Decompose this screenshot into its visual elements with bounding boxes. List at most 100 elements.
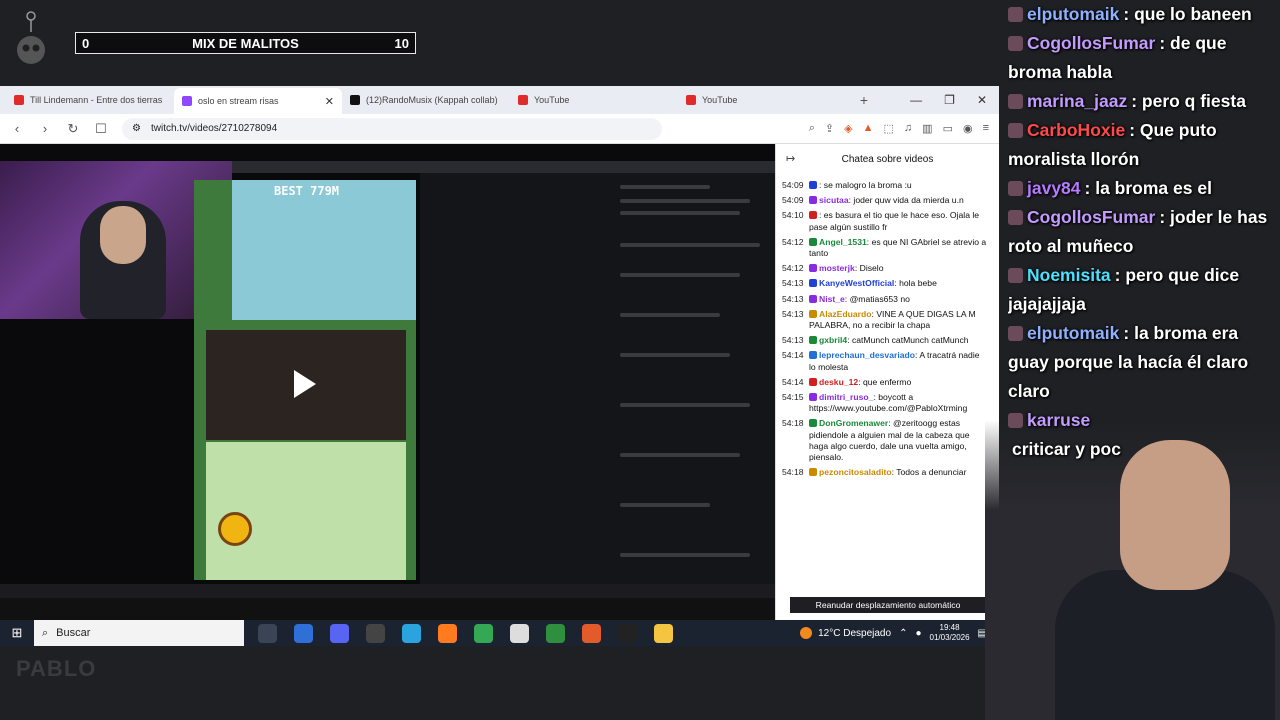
- tab-label: Till Lindemann - Entre dos tierras: [30, 95, 163, 105]
- vpn-icon[interactable]: ◉: [963, 122, 973, 135]
- tiktok-icon: [350, 95, 360, 105]
- brave-icon[interactable]: [582, 623, 601, 643]
- discord-icon[interactable]: [330, 623, 349, 643]
- chat-messages[interactable]: 54:09: se malogro la broma :u 54:09 sicuta…: [776, 180, 992, 600]
- back-icon[interactable]: ‹: [10, 121, 24, 136]
- placeholder-line: [620, 273, 740, 277]
- brave-shield-icon[interactable]: ◈: [844, 122, 852, 135]
- obs-icon[interactable]: [618, 623, 637, 643]
- mobile-game-video: BEST 779M: [194, 180, 416, 580]
- toolbar-icons: ⌕ ⇪ ◈ ▲ ⬚ ♫ ▥ ▭ ◉ ≡: [809, 122, 989, 135]
- share-icon[interactable]: ⇪: [825, 122, 834, 135]
- stream-chat-username: javy84: [1027, 178, 1081, 198]
- tab-label: YouTube: [534, 95, 570, 105]
- chevron-up-icon[interactable]: ⌃: [899, 628, 907, 639]
- bookmark-icon[interactable]: ☐: [94, 121, 108, 137]
- viewer-badge-icon: [1008, 326, 1023, 341]
- viewer-badge-icon: [1008, 210, 1023, 225]
- close-window-icon[interactable]: ✕: [977, 93, 987, 107]
- weather-widget[interactable]: 12°C Despejado: [800, 627, 891, 639]
- extensions-icon[interactable]: ⬚: [884, 122, 894, 135]
- media-player-icon[interactable]: [510, 623, 529, 643]
- play-icon[interactable]: [294, 370, 316, 398]
- restore-icon[interactable]: ❐: [944, 93, 955, 107]
- tab-tiktok[interactable]: (12)RandoMusix (Kappah collab): [342, 89, 510, 111]
- file-explorer-icon[interactable]: [654, 623, 673, 643]
- chat-text: Todos a denunciar: [896, 467, 967, 478]
- new-tab-icon[interactable]: +: [854, 92, 874, 108]
- rewards-icon[interactable]: ▲: [863, 122, 874, 135]
- vod-player[interactable]: BEST 779M: [0, 144, 775, 598]
- tab-till-lindemann[interactable]: Till Lindemann - Entre dos tierras: [6, 89, 174, 111]
- site-info-icon[interactable]: ⚙: [132, 123, 141, 134]
- chat-username[interactable]: DonGromenawer: [819, 418, 888, 428]
- playlist-icon[interactable]: ♫: [904, 122, 912, 135]
- stream-chat-username: karruse: [1027, 410, 1091, 430]
- app-icon[interactable]: [366, 623, 385, 643]
- search-placeholder: Buscar: [56, 627, 91, 639]
- collapse-chat-icon[interactable]: ↦: [786, 152, 795, 165]
- sunflower-icon: [218, 512, 252, 546]
- windows-start-icon[interactable]: ⊞: [0, 625, 34, 641]
- taskbar-clock[interactable]: 19:48 01/03/2026: [930, 623, 970, 643]
- stream-chat-line: marina_jaaz: pero q fiesta: [1008, 87, 1280, 116]
- chat-username[interactable]: AlazEduardo: [819, 309, 872, 319]
- chat-username[interactable]: KanyeWestOfficial: [819, 278, 894, 288]
- placeholder-line: [620, 503, 710, 507]
- zoom-icon[interactable]: ⌕: [809, 122, 815, 135]
- taskbar-search[interactable]: ⌕ Buscar: [34, 620, 244, 646]
- chat-message: 54:13 Nist_e: @matias653 no: [782, 294, 988, 305]
- chat-username[interactable]: desku_12: [819, 377, 858, 387]
- stream-chat-text: : la broma es el: [1084, 178, 1212, 198]
- inner-dark-page: [420, 173, 775, 598]
- placeholder-line: [620, 453, 740, 457]
- task-view-icon[interactable]: [258, 623, 277, 643]
- chat-username[interactable]: gxbril4: [819, 335, 847, 345]
- chrome-icon[interactable]: [474, 623, 493, 643]
- stream-scene: 0 MIX DE MALITOS 10 Till Lindemann - Ent…: [0, 0, 1280, 720]
- forward-icon[interactable]: ›: [38, 121, 52, 136]
- resume-autoscroll-button[interactable]: Reanudar desplazamiento automático: [790, 597, 986, 613]
- chat-username[interactable]: Nist_e: [819, 294, 845, 304]
- stream-chat-username: CarboHoxie: [1027, 120, 1126, 140]
- chat-username[interactable]: sicutaa: [819, 195, 849, 205]
- stream-chat-line: Noemisita: pero que dice jajajajjaja: [1008, 261, 1280, 319]
- minimize-icon[interactable]: —: [910, 93, 922, 107]
- microphone-icon[interactable]: ●: [915, 628, 921, 639]
- telegram-icon[interactable]: [402, 623, 421, 643]
- tab-strip: Till Lindemann - Entre dos tierras oslo …: [0, 86, 999, 114]
- stream-chat-line: karruse: [1008, 406, 1280, 435]
- chat-message: 54:14 leprechaun_desvariado: A tracatrá n…: [782, 350, 988, 372]
- tab-youtube-2[interactable]: YouTube: [678, 89, 846, 111]
- placeholder-line: [620, 353, 730, 357]
- tab-youtube-1[interactable]: YouTube: [510, 89, 678, 111]
- firefox-icon[interactable]: [438, 623, 457, 643]
- chat-username[interactable]: pezoncitosaladito: [819, 467, 892, 477]
- chat-timestamp: 54:10: [782, 210, 804, 221]
- chat-text: hola bebe: [899, 278, 937, 289]
- close-tab-icon[interactable]: ✕: [325, 95, 334, 108]
- streamer-body: [1055, 570, 1275, 720]
- chat-text: Diselo: [859, 263, 884, 274]
- stream-chat-text: : pero q fiesta: [1131, 91, 1246, 111]
- chat-username[interactable]: mosterjk: [819, 263, 855, 273]
- chat-username[interactable]: Angel_1531: [819, 237, 867, 247]
- score-banner: 0 MIX DE MALITOS 10: [75, 32, 416, 54]
- user-badge-icon: [809, 351, 817, 360]
- xbox-icon[interactable]: [546, 623, 565, 643]
- stream-chat-line: CarboHoxie: Que puto moralista llorón: [1008, 116, 1280, 174]
- chat-username[interactable]: dimitri_ruso_: [819, 392, 873, 402]
- url-field[interactable]: ⚙ twitch.tv/videos/2710278094: [122, 117, 662, 140]
- stream-chat-username: CogollosFumar: [1027, 207, 1156, 227]
- store-icon[interactable]: [294, 623, 313, 643]
- tab-twitch-active[interactable]: oslo en stream risas ✕: [174, 88, 342, 114]
- user-badge-icon: [809, 237, 817, 246]
- reload-icon[interactable]: ↻: [66, 121, 80, 137]
- chat-username[interactable]: leprechaun_desvariado: [819, 350, 915, 360]
- menu-icon[interactable]: ≡: [983, 122, 989, 135]
- sidebar-icon[interactable]: ▥: [922, 122, 932, 135]
- viewer-badge-icon: [1008, 7, 1023, 22]
- video-frame: [206, 330, 406, 440]
- chat-message: 54:12 Angel_1531: es que NI GAbriel se at…: [782, 237, 988, 259]
- wallet-icon[interactable]: ▭: [943, 122, 953, 135]
